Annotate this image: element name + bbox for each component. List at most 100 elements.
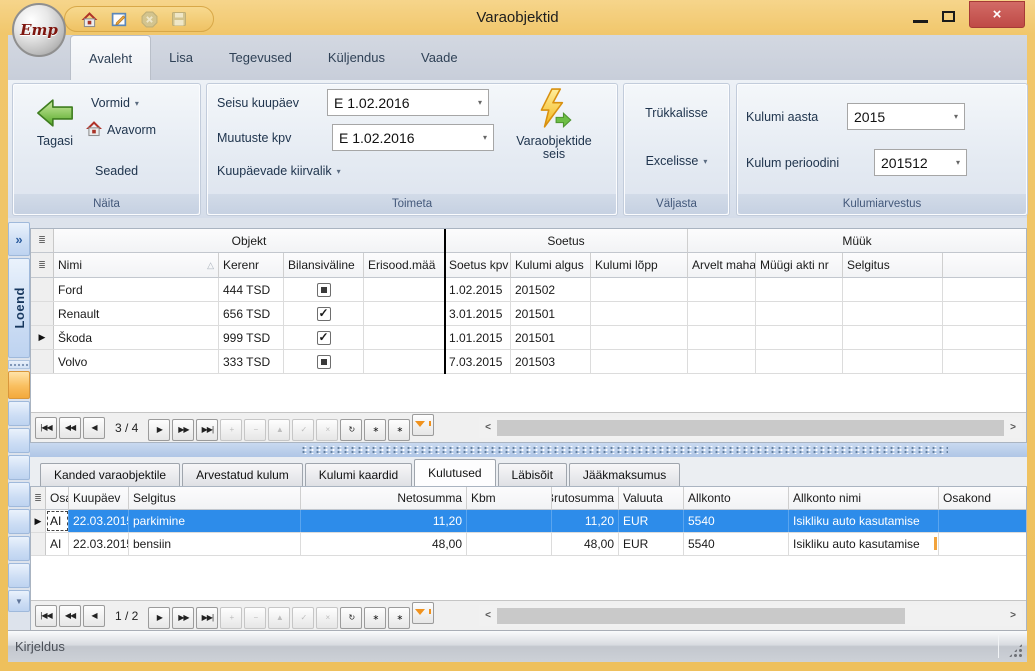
- column-header-arvelt-maha[interactable]: Arvelt maha: [688, 253, 756, 278]
- table-row-volvo[interactable]: Volvo 333 TSD 7.03.2015 201503: [31, 350, 1026, 374]
- excelisse-button[interactable]: Excelisse▾: [624, 154, 729, 168]
- nav-post[interactable]: ✓: [292, 607, 314, 629]
- trukkalisse-button[interactable]: Trükkalisse: [624, 106, 729, 120]
- nav-append-new[interactable]: ∗: [388, 607, 410, 629]
- column-header-netosumma[interactable]: Netosumma: [301, 487, 467, 510]
- nav-next[interactable]: ▶: [148, 419, 170, 441]
- nav-next-page[interactable]: ▶▶: [172, 419, 194, 441]
- minimize-button[interactable]: [913, 20, 928, 23]
- nav-last[interactable]: ▶▶|: [196, 419, 218, 441]
- nav-prior-page[interactable]: ◀◀: [59, 417, 81, 439]
- scroll-right-icon[interactable]: >: [1004, 610, 1022, 621]
- tab-kanded-varaobjektile[interactable]: Kanded varaobjektile: [40, 463, 180, 486]
- nav-refresh[interactable]: ↻: [340, 607, 362, 629]
- tab-tegevused[interactable]: Tegevused: [211, 35, 310, 80]
- column-header-myygi-akti-nr[interactable]: Müügi akti nr: [756, 253, 843, 278]
- nav-refresh[interactable]: ↻: [340, 419, 362, 441]
- chevron-down-icon[interactable]: ▾: [948, 112, 964, 121]
- tab-vaade[interactable]: Vaade: [403, 35, 476, 80]
- horizontal-scrollbar[interactable]: < >: [479, 417, 1022, 438]
- column-header-bilansivaline[interactable]: Bilansiväline: [284, 253, 364, 278]
- table-row-skoda-current[interactable]: ▶ Škoda 999 TSD 1.01.2015 201501: [31, 326, 1026, 350]
- band-soetus[interactable]: Soetus: [445, 229, 688, 253]
- nav-append[interactable]: ∗: [364, 419, 386, 441]
- scroll-left-icon[interactable]: <: [479, 422, 497, 433]
- edit-icon[interactable]: [111, 11, 128, 28]
- column-header-osa[interactable]: Osa: [46, 487, 69, 510]
- nav-delete[interactable]: −: [244, 607, 266, 629]
- table-row-parkimine-selected[interactable]: ▶ AI 22.03.2015 parkimine 11,20 11,20 EU…: [31, 510, 1026, 533]
- vormid-button[interactable]: Vormid▾: [91, 96, 139, 110]
- column-header-kuupaev[interactable]: Kuupäev: [69, 487, 129, 510]
- grid-menu-button[interactable]: ≣: [31, 229, 54, 253]
- band-objekt[interactable]: Objekt: [54, 229, 445, 253]
- column-header-kerenr[interactable]: Kerenr: [219, 253, 284, 278]
- scroll-left-icon[interactable]: <: [479, 610, 497, 621]
- nav-next[interactable]: ▶: [148, 607, 170, 629]
- column-header-nimi[interactable]: Nimi△: [54, 253, 219, 278]
- column-header-allkonto[interactable]: Allkonto: [684, 487, 789, 510]
- nav-cancel[interactable]: ×: [316, 607, 338, 629]
- sidebar-splitter-grip[interactable]: [8, 360, 30, 369]
- kuupaevade-kiirvalik-button[interactable]: Kuupäevade kiirvalik▾: [217, 164, 341, 178]
- sidebar-shortcut[interactable]: [8, 536, 30, 561]
- column-header-erisood[interactable]: Erisood.mää: [364, 253, 445, 278]
- focused-cell[interactable]: AI: [46, 510, 69, 532]
- band-myyk[interactable]: Müük: [688, 229, 1026, 253]
- nav-insert[interactable]: +: [220, 419, 242, 441]
- scroll-right-icon[interactable]: >: [1004, 422, 1022, 433]
- tab-arvestatud-kulum[interactable]: Arvestatud kulum: [182, 463, 303, 486]
- horizontal-scrollbar[interactable]: < >: [479, 605, 1022, 626]
- sidebar-shortcut[interactable]: [8, 455, 30, 480]
- sidebar-shortcut[interactable]: [8, 482, 30, 507]
- sidebar-shortcut[interactable]: [8, 401, 30, 426]
- checkbox[interactable]: [317, 331, 331, 345]
- column-header-selgitus[interactable]: Selgitus: [129, 487, 301, 510]
- column-header-allkonto-nimi[interactable]: Allkonto nimi: [789, 487, 939, 510]
- varaobjektide-seis-button[interactable]: Varaobjektide seis: [495, 88, 613, 161]
- muutuste-kpv-field[interactable]: E 1.02.2016 ▾: [332, 124, 494, 151]
- app-menu-button[interactable]: Emp: [12, 3, 66, 57]
- nav-first[interactable]: |◀◀: [35, 417, 57, 439]
- nav-next-page[interactable]: ▶▶: [172, 607, 194, 629]
- sidebar-more-button[interactable]: ▼: [8, 590, 30, 612]
- checkbox[interactable]: [317, 307, 331, 321]
- nav-post[interactable]: ✓: [292, 419, 314, 441]
- nav-edit[interactable]: ▲: [268, 419, 290, 441]
- tab-jaakmaksumus[interactable]: Jääkmaksumus: [569, 463, 680, 486]
- seaded-button[interactable]: Seaded: [95, 164, 138, 178]
- tab-kulutused[interactable]: Kulutused: [414, 459, 495, 486]
- nav-append[interactable]: ∗: [364, 607, 386, 629]
- table-row-ford[interactable]: Ford 444 TSD 1.02.2015 201502: [31, 278, 1026, 302]
- resize-grip-icon[interactable]: [1008, 643, 1023, 658]
- nav-append-new[interactable]: ∗: [388, 419, 410, 441]
- nav-prior-page[interactable]: ◀◀: [59, 605, 81, 627]
- column-header-kulumi-algus[interactable]: Kulumi algus: [511, 253, 591, 278]
- checkbox[interactable]: [317, 355, 331, 369]
- sidebar-shortcut[interactable]: [8, 509, 30, 534]
- column-header-kulumi-lopp[interactable]: Kulumi lõpp: [591, 253, 688, 278]
- save-icon[interactable]: [171, 11, 187, 27]
- grid-menu-button[interactable]: ≣: [31, 253, 54, 278]
- kulumi-aasta-field[interactable]: 2015 ▾: [847, 103, 965, 130]
- checkbox[interactable]: [317, 283, 331, 297]
- avavorm-button[interactable]: Avavorm: [85, 120, 156, 140]
- sidebar-shortcut[interactable]: [8, 428, 30, 453]
- tagasi-button[interactable]: Tagasi: [23, 98, 87, 148]
- chevron-down-icon[interactable]: ▾: [950, 158, 966, 167]
- nav-prior[interactable]: ◀: [83, 605, 105, 627]
- tab-kuljendus[interactable]: Küljendus: [310, 35, 403, 80]
- nav-filter-funnel-icon[interactable]: [412, 602, 434, 624]
- scrollbar-thumb[interactable]: [497, 420, 1004, 436]
- tab-kulumi-kaardid[interactable]: Kulumi kaardid: [305, 463, 412, 486]
- column-header-soetus-kpv[interactable]: Soetus kpv: [445, 253, 511, 278]
- nav-last[interactable]: ▶▶|: [196, 607, 218, 629]
- nav-filter-funnel-icon[interactable]: [412, 414, 434, 436]
- sidebar-tab-loend[interactable]: Loend: [8, 258, 30, 358]
- grid-menu-button[interactable]: ≣: [31, 487, 46, 510]
- home-icon[interactable]: [81, 11, 98, 28]
- sidebar-shortcut[interactable]: [8, 563, 30, 588]
- close-button[interactable]: ×: [969, 1, 1025, 28]
- tab-labisoit[interactable]: Läbisõit: [498, 463, 567, 486]
- table-row-renault[interactable]: Renault 656 TSD 3.01.2015 201501: [31, 302, 1026, 326]
